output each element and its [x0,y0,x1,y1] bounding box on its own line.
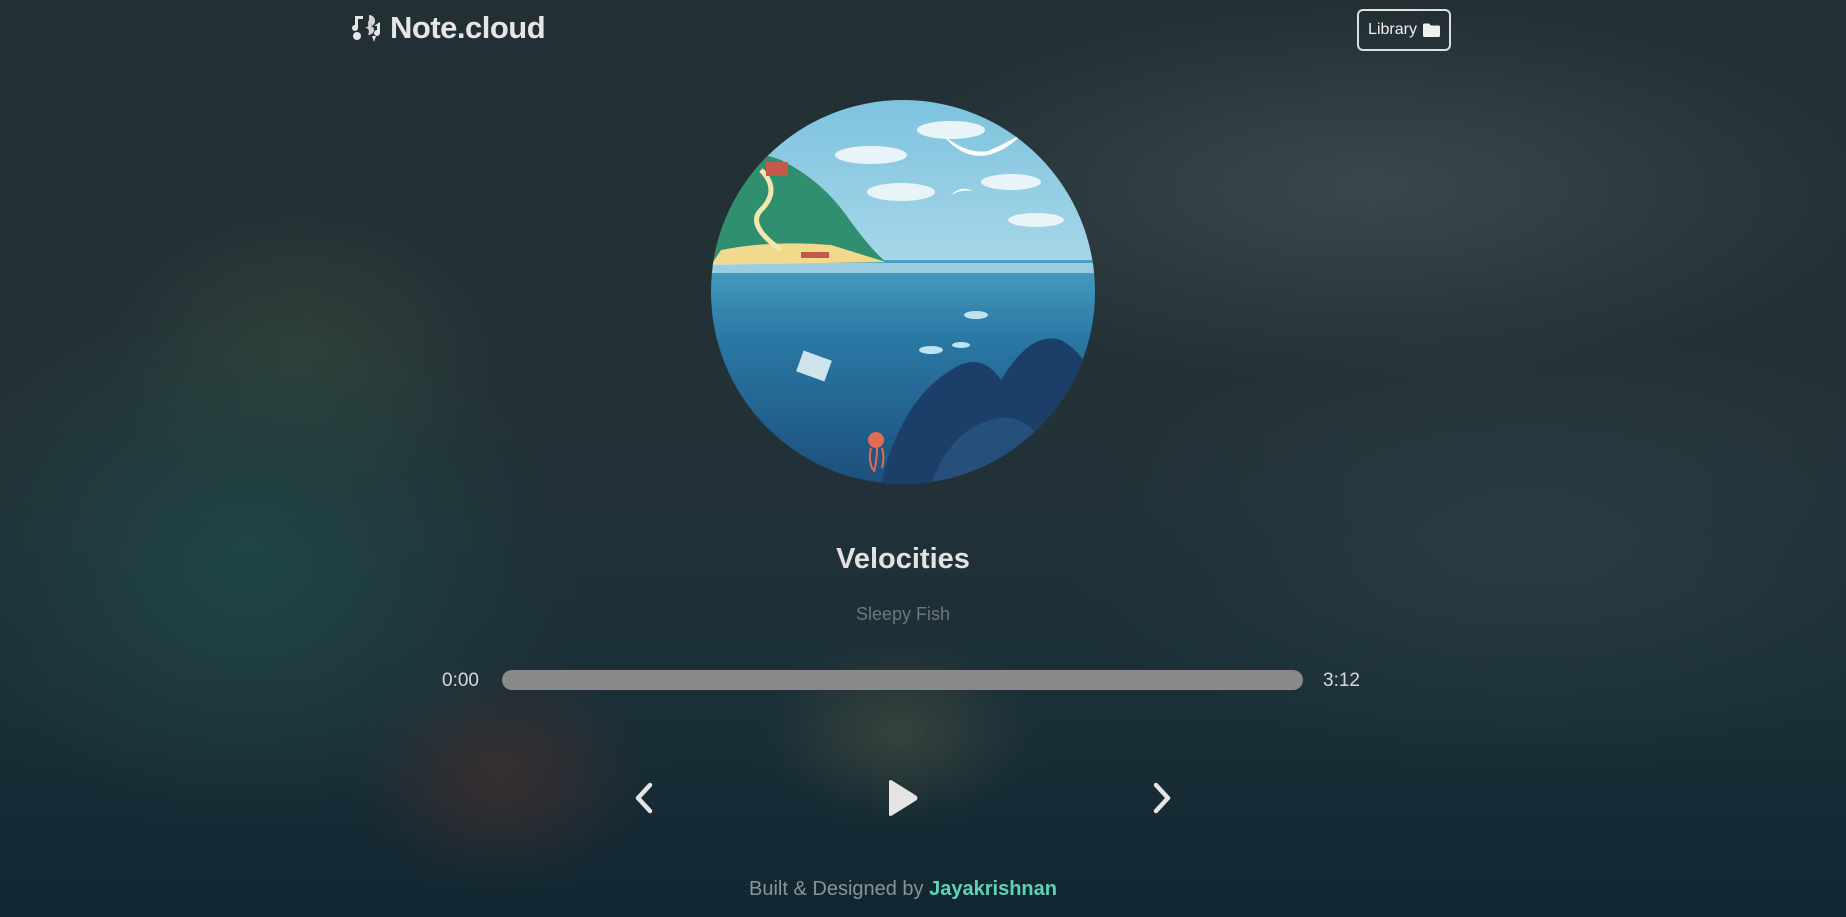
play-button[interactable] [882,778,922,818]
library-button[interactable]: Library [1357,9,1451,51]
music-notes-icon [352,15,380,42]
progress-bar[interactable] [502,670,1303,690]
song-artist: Sleepy Fish [855,604,951,624]
footer-credit: Built & Designed by Jayakrishnan [0,878,1806,901]
library-button-label: Library [1368,21,1417,38]
footer-prefix: Built & Designed by [749,878,924,900]
chevron-right-icon [1153,782,1171,814]
album-cover [711,100,1095,484]
album-art-illustration [711,100,1095,484]
previous-button[interactable] [624,778,664,818]
song-title: Velocities [836,543,970,575]
chevron-left-icon [635,782,653,814]
app-header: Note.cloud [352,10,546,46]
play-icon [889,780,918,816]
current-time: 0:00 [442,670,479,691]
folder-icon [1422,23,1440,37]
app-title: Note.cloud [390,10,546,45]
total-time: 3:12 [1323,670,1360,691]
next-button[interactable] [1142,778,1182,818]
author-link[interactable]: Jayakrishnan [929,878,1057,900]
